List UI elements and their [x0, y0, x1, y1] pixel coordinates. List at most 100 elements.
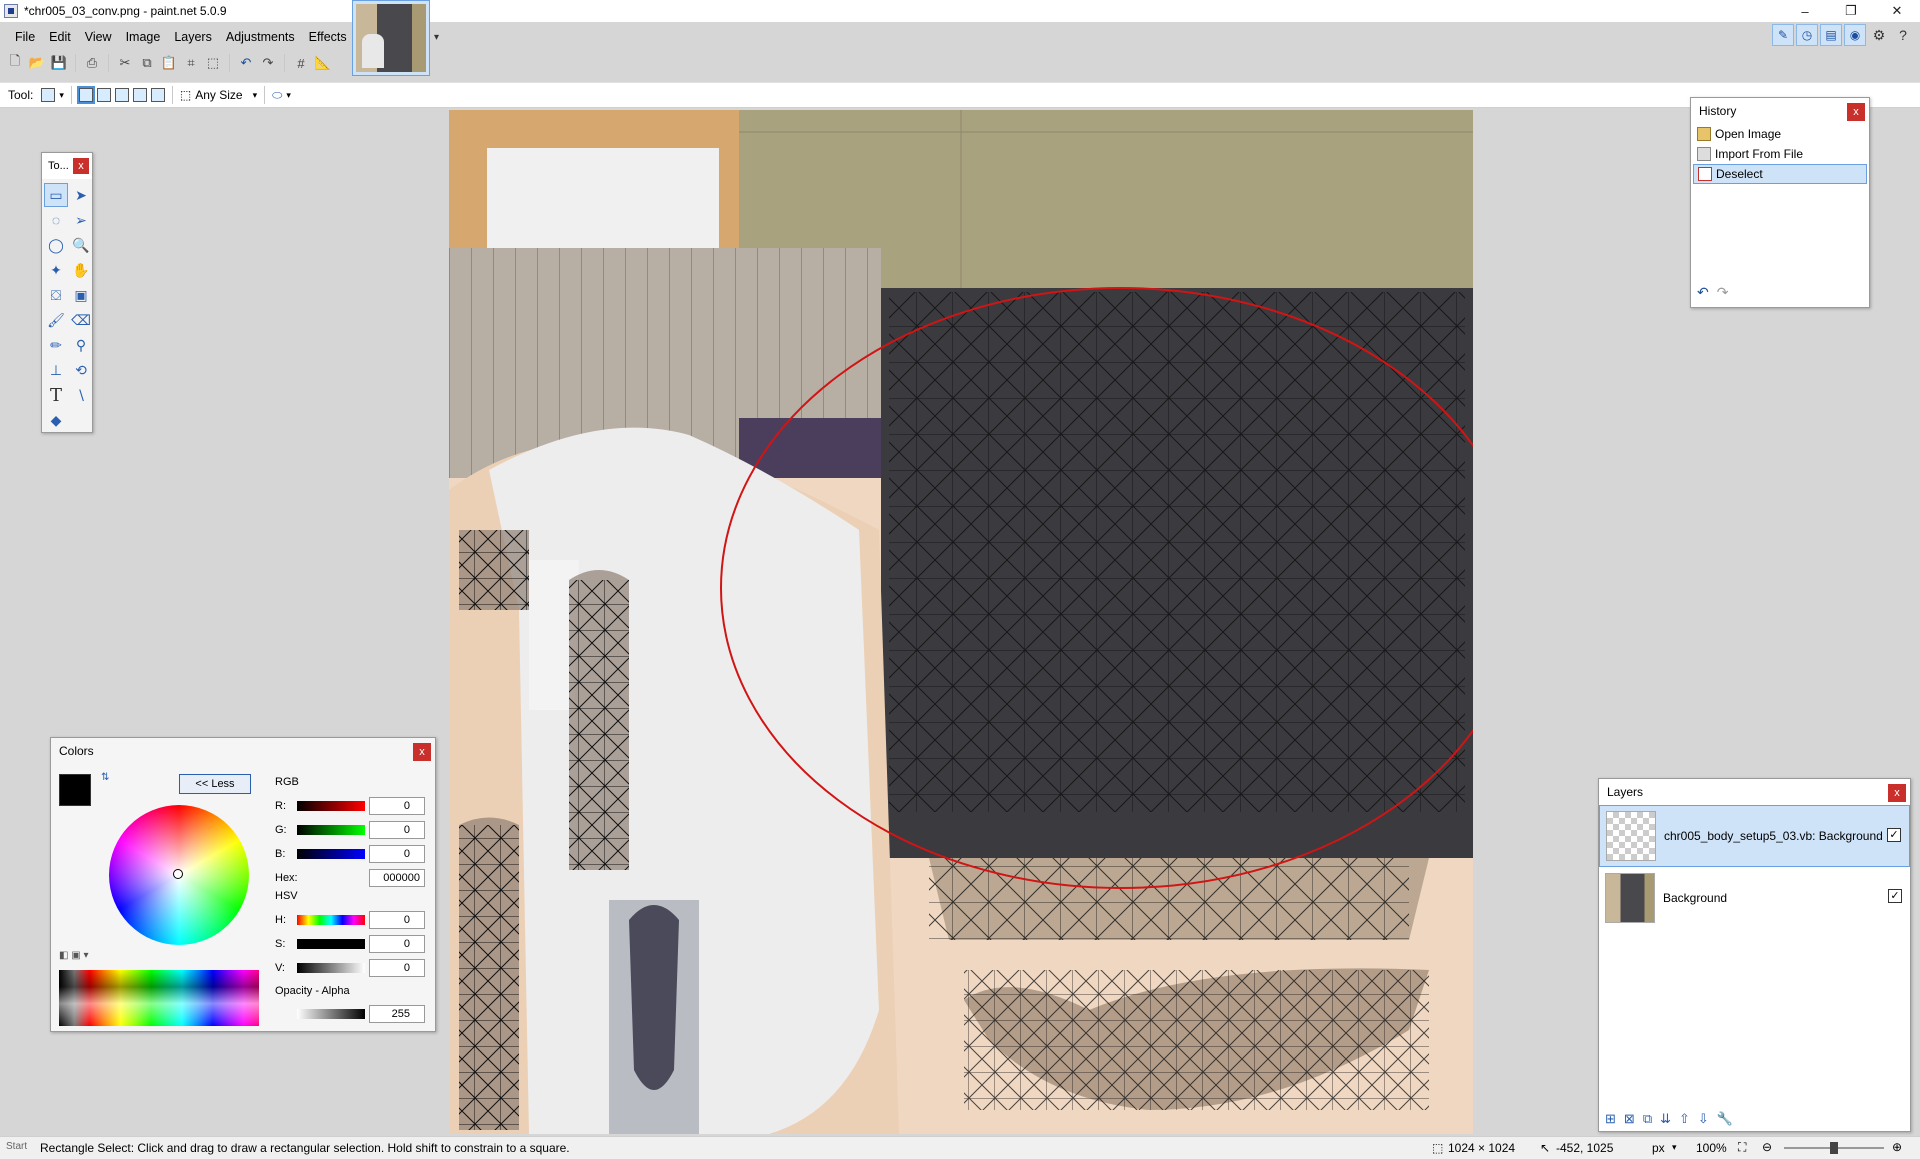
zoom-slider-thumb[interactable] [1830, 1142, 1838, 1154]
close-icon[interactable]: x [1888, 784, 1906, 802]
alpha-slider[interactable] [297, 1009, 365, 1019]
value-slider[interactable] [297, 963, 365, 973]
chevron-down-icon[interactable]: ▾ [434, 32, 439, 43]
merge-layer-icon[interactable]: ⇊ [1660, 1111, 1671, 1127]
move-layer-down-icon[interactable]: ⇩ [1698, 1111, 1709, 1127]
red-input[interactable]: 0 [369, 797, 425, 815]
shapes-icon[interactable]: ◆ [44, 408, 68, 432]
layers-toggle-icon[interactable]: ▤ [1820, 24, 1842, 46]
move-layer-up-icon[interactable]: ⇧ [1679, 1111, 1690, 1127]
menu-adjustments[interactable]: Adjustments [219, 30, 302, 44]
delete-layer-icon[interactable]: ⊠ [1624, 1111, 1635, 1127]
undo-icon[interactable]: ↶ [1697, 284, 1709, 301]
move-selection-icon[interactable]: ➢ [69, 208, 93, 232]
line-curve-icon[interactable]: ∖ [69, 383, 93, 407]
menu-edit[interactable]: Edit [42, 30, 78, 44]
chevron-down-icon[interactable]: ▾ [253, 90, 258, 101]
selection-mode-exclude-icon[interactable] [114, 88, 129, 102]
close-icon[interactable]: x [1847, 103, 1865, 121]
close-button[interactable]: ✕ [1874, 0, 1920, 22]
chevron-down-icon[interactable]: ▾ [1672, 1142, 1677, 1153]
colors-toggle-icon[interactable]: ◉ [1844, 24, 1866, 46]
eraser-icon[interactable]: ⌫ [69, 308, 93, 332]
unit-selector[interactable]: px [1652, 1141, 1665, 1155]
menu-effects[interactable]: Effects [302, 30, 354, 44]
selection-mode-xor-icon[interactable] [150, 88, 165, 102]
help-icon[interactable]: ? [1892, 24, 1914, 46]
zoom-level[interactable]: 100% [1696, 1141, 1727, 1155]
hex-input[interactable]: 000000 [369, 869, 425, 887]
grid-icon[interactable]: # [292, 54, 310, 72]
duplicate-layer-icon[interactable]: ⧉ [1643, 1111, 1652, 1127]
redo-icon[interactable]: ↷ [259, 54, 277, 72]
image-tab-thumbnail[interactable] [352, 0, 430, 76]
text-icon[interactable]: T [44, 383, 68, 407]
blue-input[interactable]: 0 [369, 845, 425, 863]
minimize-button[interactable]: – [1782, 0, 1828, 22]
open-file-icon[interactable]: 📂 [28, 54, 46, 72]
swap-colors-icon[interactable]: ⇅ [101, 772, 109, 783]
redo-icon[interactable]: ↷ [1717, 284, 1729, 301]
layer-visibility-checkbox[interactable]: ✓ [1887, 828, 1901, 842]
deselect-icon[interactable]: ⬚ [204, 54, 222, 72]
color-palette[interactable] [59, 970, 259, 1026]
blue-slider[interactable] [297, 849, 365, 859]
undo-icon[interactable]: ↶ [237, 54, 255, 72]
selection-mode-union-icon[interactable] [96, 88, 111, 102]
cut-icon[interactable]: ✂ [116, 54, 134, 72]
tools-toggle-icon[interactable]: ✎ [1772, 24, 1794, 46]
zoom-in-icon[interactable]: ⊕ [1892, 1140, 1902, 1154]
palette-menu-icon[interactable]: ◧ ▣ ▾ [59, 950, 88, 961]
ruler-icon[interactable]: 📐 [314, 54, 332, 72]
new-file-icon[interactable]: 🗋 [6, 53, 24, 72]
history-item[interactable]: Import From File [1693, 144, 1867, 164]
zoom-icon[interactable]: 🔍 [69, 233, 93, 257]
copy-icon[interactable]: ⧉ [138, 54, 156, 72]
zoom-out-icon[interactable]: ⊖ [1762, 1140, 1772, 1154]
move-selected-icon[interactable]: ➤ [69, 183, 93, 207]
layer-item[interactable]: chr005_body_setup5_03.vb: Background ✓ [1599, 805, 1910, 867]
chevron-down-icon[interactable]: ▾ [286, 90, 291, 101]
chevron-down-icon[interactable]: ▾ [59, 90, 64, 101]
history-item[interactable]: Deselect [1693, 164, 1867, 184]
magic-wand-icon[interactable]: ✦ [44, 258, 68, 282]
menu-file[interactable]: File [8, 30, 42, 44]
recolor-icon[interactable]: ⟲ [69, 358, 93, 382]
history-item[interactable]: Open Image [1693, 124, 1867, 144]
green-slider[interactable] [297, 825, 365, 835]
hue-slider[interactable] [297, 915, 365, 925]
zoom-slider[interactable] [1784, 1142, 1884, 1154]
color-wheel[interactable] [109, 805, 249, 945]
color-picker-icon[interactable]: ⚲ [69, 333, 93, 357]
primary-color-swatch[interactable] [59, 774, 91, 806]
crop-icon[interactable]: ⌗ [182, 54, 200, 72]
paintbrush-icon[interactable]: 🖌 [44, 308, 68, 332]
zoom-to-window-icon[interactable]: ⛶ [1738, 1140, 1746, 1155]
green-input[interactable]: 0 [369, 821, 425, 839]
paint-bucket-icon[interactable]: ⛋ [44, 283, 68, 307]
pencil-icon[interactable]: ✏ [44, 333, 68, 357]
rectangle-select-icon[interactable]: ▭ [44, 183, 68, 207]
less-button[interactable]: << Less [179, 774, 251, 794]
value-input[interactable]: 0 [369, 959, 425, 977]
wheel-cursor[interactable] [173, 869, 183, 879]
gradient-icon[interactable]: ▣ [69, 283, 93, 307]
lasso-select-icon[interactable]: ◌ [44, 208, 68, 232]
saturation-slider[interactable] [297, 939, 365, 949]
hue-input[interactable]: 0 [369, 911, 425, 929]
save-icon[interactable]: 💾 [50, 54, 68, 72]
ellipse-select-icon[interactable]: ◯ [44, 233, 68, 257]
menu-layers[interactable]: Layers [167, 30, 219, 44]
close-icon[interactable]: x [413, 743, 431, 761]
menu-view[interactable]: View [78, 30, 119, 44]
settings-gear-icon[interactable]: ⚙ [1868, 24, 1890, 46]
layer-visibility-checkbox[interactable]: ✓ [1888, 889, 1902, 903]
history-toggle-icon[interactable]: ◷ [1796, 24, 1818, 46]
clone-stamp-icon[interactable]: ⊥ [44, 358, 68, 382]
red-slider[interactable] [297, 801, 365, 811]
add-layer-icon[interactable]: ⊞ [1605, 1111, 1616, 1127]
layer-properties-icon[interactable]: 🔧 [1717, 1111, 1733, 1127]
image-canvas[interactable] [449, 110, 1473, 1134]
current-tool-icon[interactable] [41, 88, 56, 102]
paste-icon[interactable]: 📋 [160, 54, 178, 72]
